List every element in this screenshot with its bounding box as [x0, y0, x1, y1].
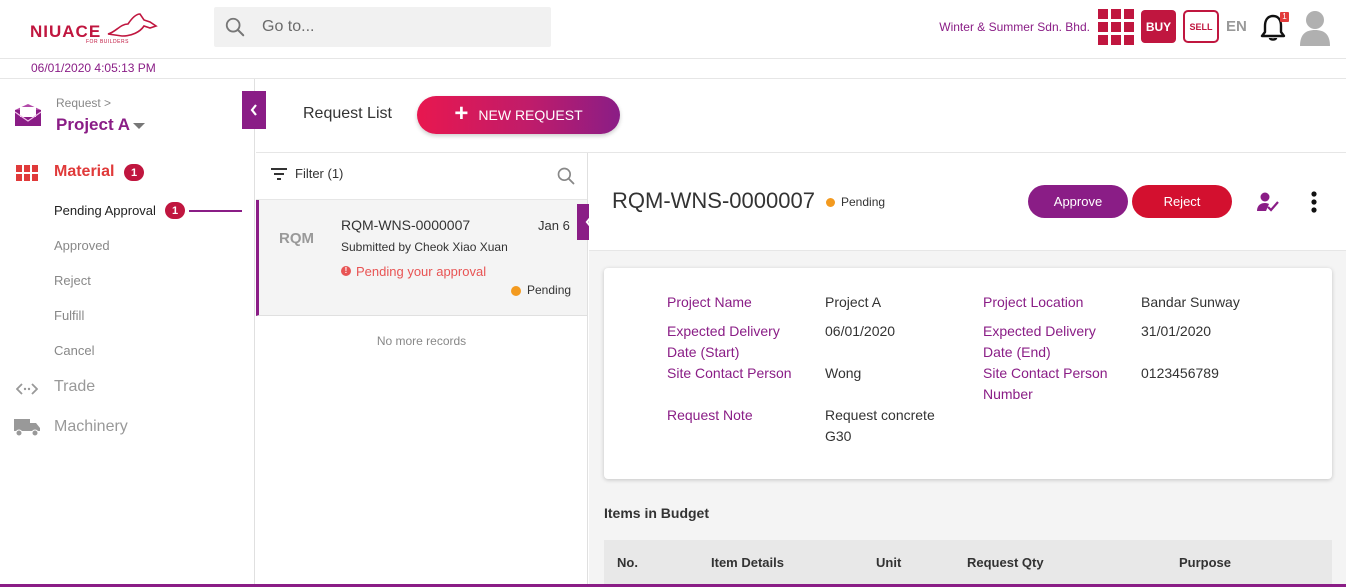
sidebar-item-material[interactable]: Material — [54, 163, 114, 181]
column-header[interactable]: Purpose — [1179, 555, 1231, 570]
caret-down-icon[interactable] — [133, 123, 145, 129]
reject-button[interactable]: Reject — [1132, 185, 1232, 218]
page-title: Request List — [303, 105, 392, 122]
items-section-title: Items in Budget — [604, 505, 710, 521]
material-count-badge: 1 — [124, 164, 144, 181]
status-badge: Pending — [527, 283, 572, 297]
buy-button[interactable]: BUY — [1141, 10, 1176, 43]
delivery-start-label-2: Date (Start) — [667, 344, 740, 360]
delivery-start-label: Expected Delivery — [667, 323, 780, 339]
delivery-end-label-2: Date (End) — [983, 344, 1051, 360]
search-input[interactable] — [262, 7, 542, 47]
status-dot — [826, 198, 835, 207]
company-name[interactable]: Winter & Summer Sdn. Bhd. — [900, 20, 1090, 34]
alert-icon: ! — [341, 266, 351, 276]
delivery-end-label: Expected Delivery — [983, 323, 1096, 339]
sidebar-item-trade[interactable]: Trade — [54, 378, 95, 396]
breadcrumb[interactable]: Request > — [56, 96, 111, 110]
approve-button[interactable]: Approve — [1028, 185, 1128, 218]
search-box[interactable] — [214, 7, 551, 47]
user-check-icon[interactable] — [1256, 191, 1280, 213]
request-type-abbr: RQM — [279, 230, 314, 247]
site-contact-number-label: Site Contact Person — [983, 365, 1108, 381]
items-table-header: No. Item Details Unit Request Qty Purpos… — [604, 540, 1332, 584]
project-name-label: Project Name — [667, 294, 752, 310]
request-note-value: Request concrete — [825, 407, 935, 423]
request-note-value-2: G30 — [825, 428, 852, 444]
sidebar: Request > Project A Material 1 Pending A… — [0, 79, 266, 584]
search-icon[interactable] — [556, 166, 576, 186]
project-location-label: Project Location — [983, 294, 1084, 310]
pending-approval-notice: Pending your approval — [356, 264, 487, 279]
plus-icon: + — [454, 100, 469, 127]
sell-button[interactable]: SELL — [1183, 10, 1219, 43]
request-list-panel: Filter (1) RQM RQM-WNS-0000007 Jan 6 Sub… — [256, 153, 588, 584]
logo-animal-icon — [107, 13, 158, 37]
truck-icon — [14, 419, 40, 436]
niuace-logo[interactable]: NIUACE FOR BUILDERS — [28, 12, 158, 48]
site-contact-value: Wong — [825, 365, 862, 381]
apps-grid-icon[interactable] — [1098, 9, 1134, 45]
active-indicator — [189, 210, 242, 212]
current-datetime: 06/01/2020 4:05:13 PM — [31, 61, 156, 75]
sidebar-subitem-approved[interactable]: Approved — [54, 238, 110, 253]
sidebar-subitem-reject[interactable]: Reject — [54, 273, 91, 288]
request-id: RQM-WNS-0000007 — [341, 217, 471, 233]
list-item[interactable]: RQM RQM-WNS-0000007 Jan 6 Submitted by C… — [256, 200, 587, 316]
collapse-sidebar-button[interactable] — [242, 91, 266, 129]
request-date: Jan 6 — [538, 218, 570, 233]
no-more-records: No more records — [376, 334, 467, 348]
project-name-value: Project A — [825, 294, 882, 310]
sidebar-item-machinery[interactable]: Machinery — [54, 418, 128, 436]
site-contact-number-label-2: Number — [983, 386, 1033, 402]
new-request-label: NEW REQUEST — [478, 107, 583, 123]
detail-request-id: RQM-WNS-0000007 — [612, 188, 815, 213]
column-header[interactable]: Unit — [876, 555, 901, 570]
project-selector[interactable]: Project A — [56, 115, 130, 135]
column-header[interactable]: Item Details — [711, 555, 784, 570]
sidebar-subitem-fulfill[interactable]: Fulfill — [54, 308, 84, 323]
trade-arrows-icon — [16, 383, 38, 395]
more-vertical-icon[interactable] — [1307, 190, 1321, 214]
request-note-label: Request Note — [667, 407, 753, 423]
status-badge: Pending — [841, 195, 886, 209]
filter-icon[interactable] — [271, 167, 287, 181]
chevron-left-icon — [250, 104, 257, 116]
submitted-by: Submitted by Cheok Xiao Xuan — [341, 240, 508, 254]
material-grid-icon — [16, 165, 38, 181]
delivery-end-value: 31/01/2020 — [1141, 323, 1212, 339]
new-request-button[interactable]: + NEW REQUEST — [417, 96, 620, 134]
notification-bell[interactable]: 1 — [1260, 12, 1289, 42]
avatar[interactable] — [1298, 8, 1332, 46]
language-selector[interactable]: EN — [1226, 18, 1247, 35]
notification-count: 1 — [1280, 12, 1289, 22]
request-detail-panel: RQM-WNS-0000007 Pending Approve Reject P… — [589, 153, 1346, 584]
top-header: NIUACE FOR BUILDERS Winter & Summer Sdn.… — [0, 0, 1346, 59]
project-location-value: Bandar Sunway — [1141, 294, 1240, 310]
status-dot — [511, 286, 521, 296]
request-info-card: Project Name Project A Project Location … — [604, 268, 1332, 479]
delivery-start-value: 06/01/2020 — [825, 323, 896, 339]
filter-button[interactable]: Filter (1) — [295, 166, 343, 181]
column-header[interactable]: Request Qty — [967, 555, 1044, 570]
site-contact-label: Site Contact Person — [667, 365, 792, 381]
sidebar-subitem-cancel[interactable]: Cancel — [54, 343, 94, 358]
site-contact-number-value: 0123456789 — [1141, 365, 1219, 381]
sidebar-subitem-pending-approval[interactable]: Pending Approval — [54, 203, 156, 218]
pending-approval-count-badge: 1 — [165, 202, 185, 219]
detail-header: RQM-WNS-0000007 Pending Approve Reject — [589, 153, 1346, 251]
search-icon — [225, 17, 245, 37]
envelope-icon — [14, 104, 42, 126]
column-header[interactable]: No. — [617, 555, 638, 570]
